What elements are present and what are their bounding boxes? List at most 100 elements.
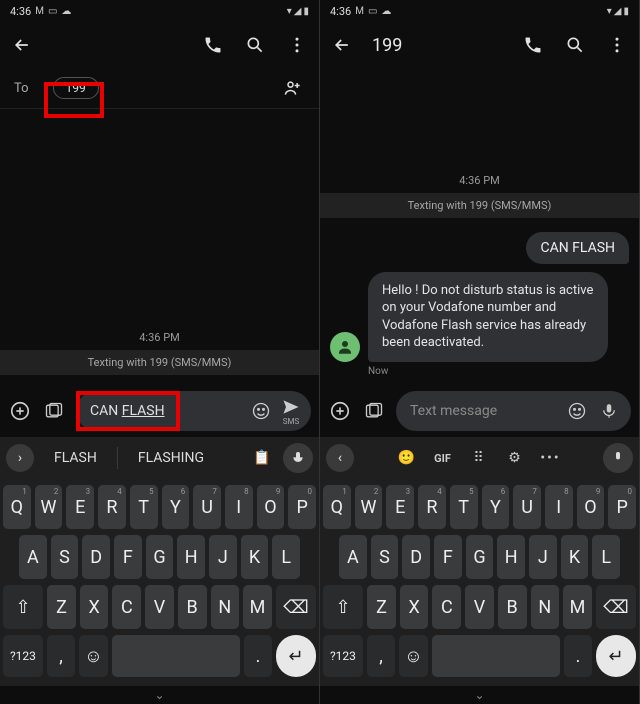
key-Q[interactable]: Q1 — [323, 485, 351, 529]
more-icon[interactable]: ••• — [536, 450, 566, 466]
conversation-title[interactable]: 199 — [372, 35, 402, 56]
add-button[interactable] — [328, 399, 352, 423]
key-J[interactable]: J — [209, 535, 237, 579]
call-button[interactable] — [521, 33, 545, 57]
key-N[interactable]: N — [211, 585, 240, 629]
key-T[interactable]: T5 — [450, 485, 478, 529]
space-key[interactable] — [432, 635, 560, 677]
translate-icon[interactable]: ⠿ — [464, 450, 494, 466]
key-N[interactable]: N — [531, 585, 560, 629]
key-G[interactable]: G — [146, 535, 174, 579]
key-O[interactable]: O9 — [257, 485, 285, 529]
key-X[interactable]: X — [400, 585, 429, 629]
backspace-key[interactable]: ⌫ — [276, 585, 316, 629]
suggestion-2[interactable]: FLASHING — [124, 450, 218, 466]
message-input[interactable]: Text message — [396, 391, 631, 431]
add-button[interactable] — [8, 399, 32, 423]
symbols-key[interactable]: ?123 — [323, 635, 363, 677]
key-V[interactable]: V — [145, 585, 174, 629]
key-T[interactable]: T5 — [130, 485, 158, 529]
emoji-key[interactable]: ☺ — [79, 635, 107, 677]
key-A[interactable]: A — [19, 535, 47, 579]
enter-key[interactable]: ↵ — [276, 635, 316, 677]
key-W[interactable]: W2 — [355, 485, 383, 529]
shift-key[interactable]: ⇧ — [323, 585, 363, 629]
period-key[interactable]: . — [244, 635, 272, 677]
key-P[interactable]: P0 — [608, 485, 636, 529]
enter-key[interactable]: ↵ — [596, 635, 636, 677]
key-U[interactable]: U7 — [193, 485, 221, 529]
emoji-key[interactable]: ☺ — [399, 635, 427, 677]
key-E[interactable]: E3 — [66, 485, 94, 529]
key-Y[interactable]: Y6 — [482, 485, 510, 529]
symbols-key[interactable]: ?123 — [3, 635, 43, 677]
key-A[interactable]: A — [339, 535, 367, 579]
message-input[interactable]: CAN FLASH SMS — [76, 391, 311, 431]
settings-icon[interactable]: ⚙ — [500, 450, 530, 466]
key-Q[interactable]: Q1 — [3, 485, 31, 529]
key-V[interactable]: V — [465, 585, 494, 629]
mic-button[interactable] — [283, 443, 313, 473]
key-F[interactable]: F — [114, 535, 142, 579]
key-Z[interactable]: Z — [367, 585, 396, 629]
key-B[interactable]: B — [178, 585, 207, 629]
key-L[interactable]: L — [272, 535, 300, 579]
key-P[interactable]: P0 — [288, 485, 316, 529]
recipient-chip[interactable]: 199 — [53, 77, 99, 99]
collapse-icon[interactable]: ⌄ — [474, 688, 484, 702]
shift-key[interactable]: ⇧ — [3, 585, 43, 629]
chevron-left-icon[interactable]: ‹ — [326, 444, 354, 472]
message-outgoing[interactable]: CAN FLASH — [526, 232, 629, 264]
message-incoming[interactable]: Hello ! Do not disturb status is active … — [368, 272, 608, 362]
back-button[interactable] — [330, 33, 354, 57]
gif-button[interactable]: GIF — [428, 452, 458, 465]
key-X[interactable]: X — [80, 585, 109, 629]
send-button[interactable]: SMS — [281, 397, 301, 426]
key-M[interactable]: M — [563, 585, 592, 629]
chevron-right-icon[interactable]: › — [6, 444, 34, 472]
key-U[interactable]: U7 — [513, 485, 541, 529]
key-D[interactable]: D — [402, 535, 430, 579]
call-button[interactable] — [201, 33, 225, 57]
emoji-button[interactable] — [565, 399, 589, 423]
key-H[interactable]: H — [177, 535, 205, 579]
key-G[interactable]: G — [466, 535, 494, 579]
key-M[interactable]: M — [243, 585, 272, 629]
key-R[interactable]: R4 — [418, 485, 446, 529]
key-I[interactable]: I8 — [225, 485, 253, 529]
mic-button[interactable] — [603, 443, 633, 473]
space-key[interactable] — [112, 635, 240, 677]
search-button[interactable] — [243, 33, 267, 57]
collapse-icon[interactable]: ⌄ — [154, 688, 164, 702]
gallery-button[interactable] — [42, 399, 66, 423]
key-L[interactable]: L — [592, 535, 620, 579]
key-I[interactable]: I8 — [545, 485, 573, 529]
key-H[interactable]: H — [497, 535, 525, 579]
comma-key[interactable]: , — [367, 635, 395, 677]
search-button[interactable] — [563, 33, 587, 57]
more-button[interactable] — [605, 33, 629, 57]
key-E[interactable]: E3 — [386, 485, 414, 529]
key-D[interactable]: D — [82, 535, 110, 579]
key-W[interactable]: W2 — [35, 485, 63, 529]
key-K[interactable]: K — [561, 535, 589, 579]
clipboard-icon[interactable]: 📋 — [247, 450, 277, 466]
suggestion-1[interactable]: FLASH — [40, 450, 111, 466]
emoji-button[interactable] — [249, 399, 273, 423]
key-Y[interactable]: Y6 — [162, 485, 190, 529]
backspace-key[interactable]: ⌫ — [596, 585, 636, 629]
more-button[interactable] — [285, 33, 309, 57]
key-C[interactable]: C — [112, 585, 141, 629]
key-R[interactable]: R4 — [98, 485, 126, 529]
add-recipient-button[interactable] — [281, 76, 305, 100]
key-Z[interactable]: Z — [47, 585, 76, 629]
comma-key[interactable]: , — [47, 635, 75, 677]
back-button[interactable] — [10, 33, 34, 57]
key-J[interactable]: J — [529, 535, 557, 579]
sticker-icon[interactable]: 🙂 — [392, 450, 422, 466]
key-S[interactable]: S — [371, 535, 399, 579]
key-B[interactable]: B — [498, 585, 527, 629]
key-F[interactable]: F — [434, 535, 462, 579]
sender-avatar[interactable] — [330, 332, 360, 362]
mic-button[interactable] — [597, 399, 621, 423]
